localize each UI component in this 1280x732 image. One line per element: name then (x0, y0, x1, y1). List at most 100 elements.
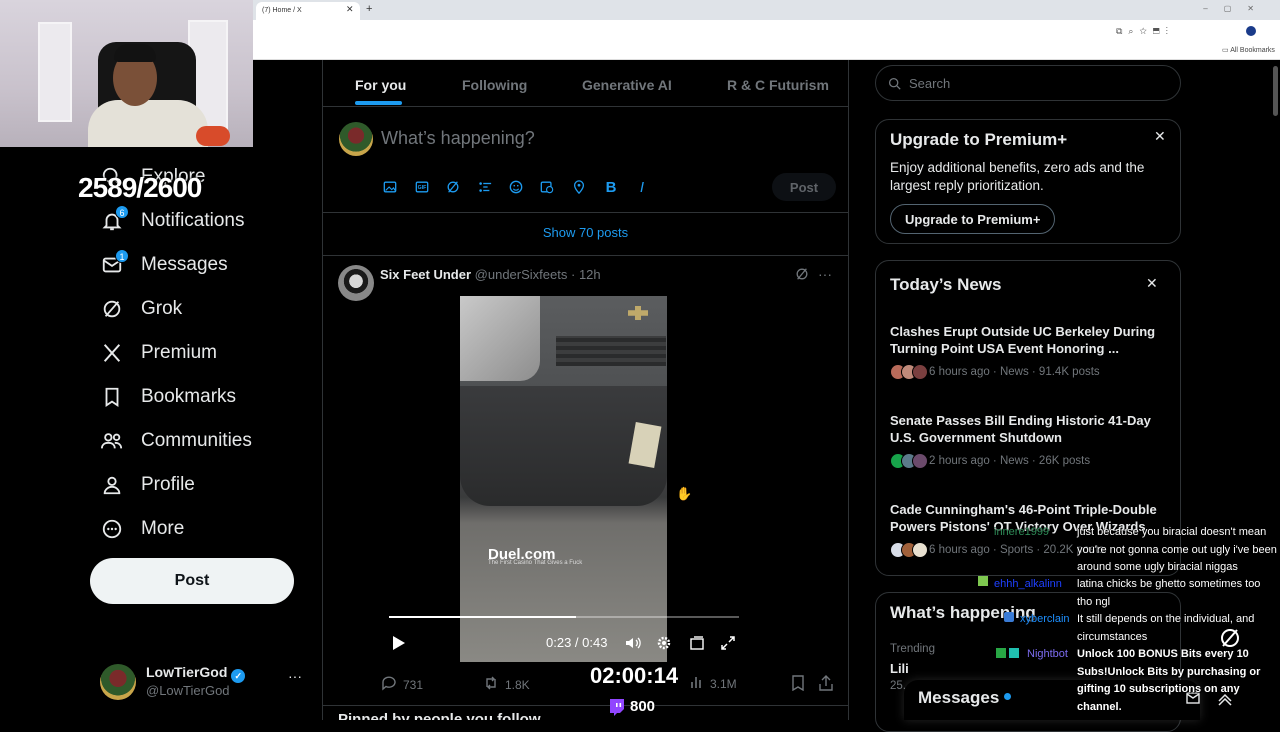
all-bookmarks-link[interactable]: ▭ All Bookmarks (1222, 46, 1275, 54)
browser-toolbar-icons[interactable]: ⧉⌕☆⬒⋮ (1116, 26, 1174, 37)
gif-icon[interactable]: GIF (414, 180, 430, 196)
repost-icon (483, 675, 499, 694)
twitch-bits-icon (608, 698, 626, 716)
tab-following[interactable]: Following (462, 77, 527, 93)
compose-input[interactable]: What’s happening? (381, 128, 535, 149)
bookmark-button[interactable] (791, 675, 805, 694)
italic-icon[interactable]: I (634, 180, 650, 196)
news-item[interactable]: Senate Passes Bill Ending Historic 41-Da… (890, 412, 1175, 469)
tweet-author-handle[interactable]: @underSixfeets (475, 267, 568, 282)
account-switcher[interactable]: LowTierGod ✓ @LowTierGod ··· (100, 662, 312, 702)
tweet-separator: · (570, 267, 576, 282)
news-item[interactable]: Clashes Erupt Outside UC Berkeley During… (890, 323, 1175, 380)
browser-tab-strip (253, 0, 1280, 20)
nav-more[interactable]: More (100, 514, 184, 544)
people-icon (100, 429, 124, 453)
video-chevrolet-badge (628, 306, 648, 320)
fullscreen-icon[interactable] (720, 635, 736, 654)
tab-for-you[interactable]: For you (355, 77, 406, 93)
browser-profile-avatar[interactable] (1246, 26, 1256, 36)
close-icon[interactable]: ✕ (1146, 275, 1158, 292)
webcam-door (38, 22, 72, 122)
window-controls[interactable]: –▢✕ (1203, 4, 1270, 13)
image-icon[interactable] (382, 180, 398, 196)
post-button[interactable]: Post (90, 558, 294, 604)
bits-count: 800 (630, 698, 656, 715)
chat-message: latina chicks be ghetto sometimes too th… (1077, 578, 1261, 608)
active-tab-indicator (355, 101, 402, 105)
tweet-timestamp[interactable]: 12h (579, 267, 601, 282)
tab-rc-futurism[interactable]: R & C Futurism (727, 77, 829, 93)
tweet-avatar[interactable] (338, 265, 374, 301)
new-tab-button[interactable]: + (366, 3, 372, 15)
search-box[interactable]: Search (875, 65, 1181, 101)
news-meta: 2 hours ago · News · 26K posts (929, 455, 1091, 468)
nav-bookmarks[interactable]: Bookmarks (100, 382, 236, 412)
nav-communities[interactable]: Communities (100, 426, 252, 456)
video-frame: Duel.com The First Casino That Gives a F… (460, 296, 667, 662)
nav-profile[interactable]: Profile (100, 470, 195, 500)
views-icon (690, 675, 704, 692)
upgrade-premium-button[interactable]: Upgrade to Premium+ (890, 204, 1056, 234)
divider (323, 106, 848, 107)
browser-tab[interactable]: (7) Home / X (256, 2, 360, 20)
envelope-icon: 1 (100, 249, 129, 277)
grok-icon[interactable] (445, 180, 461, 196)
svg-text:GIF: GIF (418, 185, 428, 191)
chat-username: ehhh_alkalinn (994, 578, 1062, 590)
sub-goal-counter: 2589/2600 (78, 172, 202, 203)
volume-icon[interactable] (625, 635, 641, 654)
chat-message: It still depends on the individual, and … (1077, 613, 1255, 643)
compose-post-button[interactable]: Post (772, 173, 836, 201)
schedule-icon[interactable] (539, 180, 555, 196)
nav-label-premium: Premium (141, 342, 218, 363)
stream-chat-overlay: innere1999 just because you biracial doe… (976, 522, 1280, 720)
show-new-posts-link[interactable]: Show 70 posts (323, 225, 848, 240)
nav-label-notifications: Notifications (141, 210, 245, 231)
reply-button[interactable]: 731 (381, 675, 423, 694)
premium-card: Upgrade to Premium+ ✕ Enjoy additional b… (875, 119, 1181, 244)
page-scrollbar-thumb[interactable] (1273, 66, 1278, 116)
grok-float-icon[interactable] (1218, 626, 1242, 655)
chat-message: just because you biracial doesn't mean y… (1077, 526, 1277, 573)
reply-count: 731 (403, 677, 424, 692)
browser-tab-title: (7) Home / X (262, 7, 302, 14)
repost-button[interactable]: 1.8K (483, 675, 530, 694)
nav-grok[interactable]: Grok (100, 294, 182, 324)
location-icon[interactable] (571, 180, 587, 196)
share-button[interactable] (819, 675, 833, 694)
trend-name[interactable]: Lili (890, 660, 909, 677)
picture-in-picture-icon[interactable] (689, 635, 705, 654)
grok-icon[interactable] (795, 267, 811, 283)
play-icon[interactable] (392, 635, 406, 654)
nav-premium[interactable]: Premium (100, 338, 217, 368)
views-button[interactable]: 3.1M (690, 675, 737, 692)
grok-icon (100, 297, 124, 321)
pinned-section-title: Pinned by people you follow (338, 712, 541, 720)
account-menu-icon[interactable]: ··· (288, 668, 302, 684)
close-icon[interactable]: ✕ (1154, 128, 1166, 145)
tab-generative-ai[interactable]: Generative AI (582, 77, 672, 93)
nav-notifications[interactable]: 6 Notifications (100, 205, 245, 236)
news-avatars (890, 364, 928, 380)
bold-icon[interactable]: B (603, 180, 619, 196)
verified-badge-icon: ✓ (231, 669, 246, 683)
nav-label-messages: Messages (141, 254, 228, 275)
tweet-header: Six Feet Under @underSixfeets · 12h (380, 267, 601, 282)
video-watermark-sub: The First Casino That Gives a Fuck (488, 560, 583, 566)
tab-close-icon[interactable]: ✕ (346, 4, 354, 15)
search-icon (888, 77, 901, 90)
trending-label: Trending (890, 643, 935, 655)
nav-messages[interactable]: 1 Messages (100, 249, 228, 280)
video-progress-track[interactable] (389, 616, 739, 618)
webcam-person-torso (88, 100, 208, 147)
settings-gear-icon[interactable] (656, 635, 672, 654)
chat-username: innere1999 (994, 526, 1050, 538)
stream-timer: 02:00:14 (590, 663, 679, 688)
compose-avatar (339, 122, 373, 156)
tweet-author-name[interactable]: Six Feet Under (380, 267, 471, 282)
news-headline: Clashes Erupt Outside UC Berkeley During… (890, 324, 1156, 356)
emoji-icon[interactable] (508, 180, 524, 196)
tweet-more-icon[interactable]: ··· (818, 266, 832, 282)
poll-icon[interactable] (477, 180, 493, 196)
